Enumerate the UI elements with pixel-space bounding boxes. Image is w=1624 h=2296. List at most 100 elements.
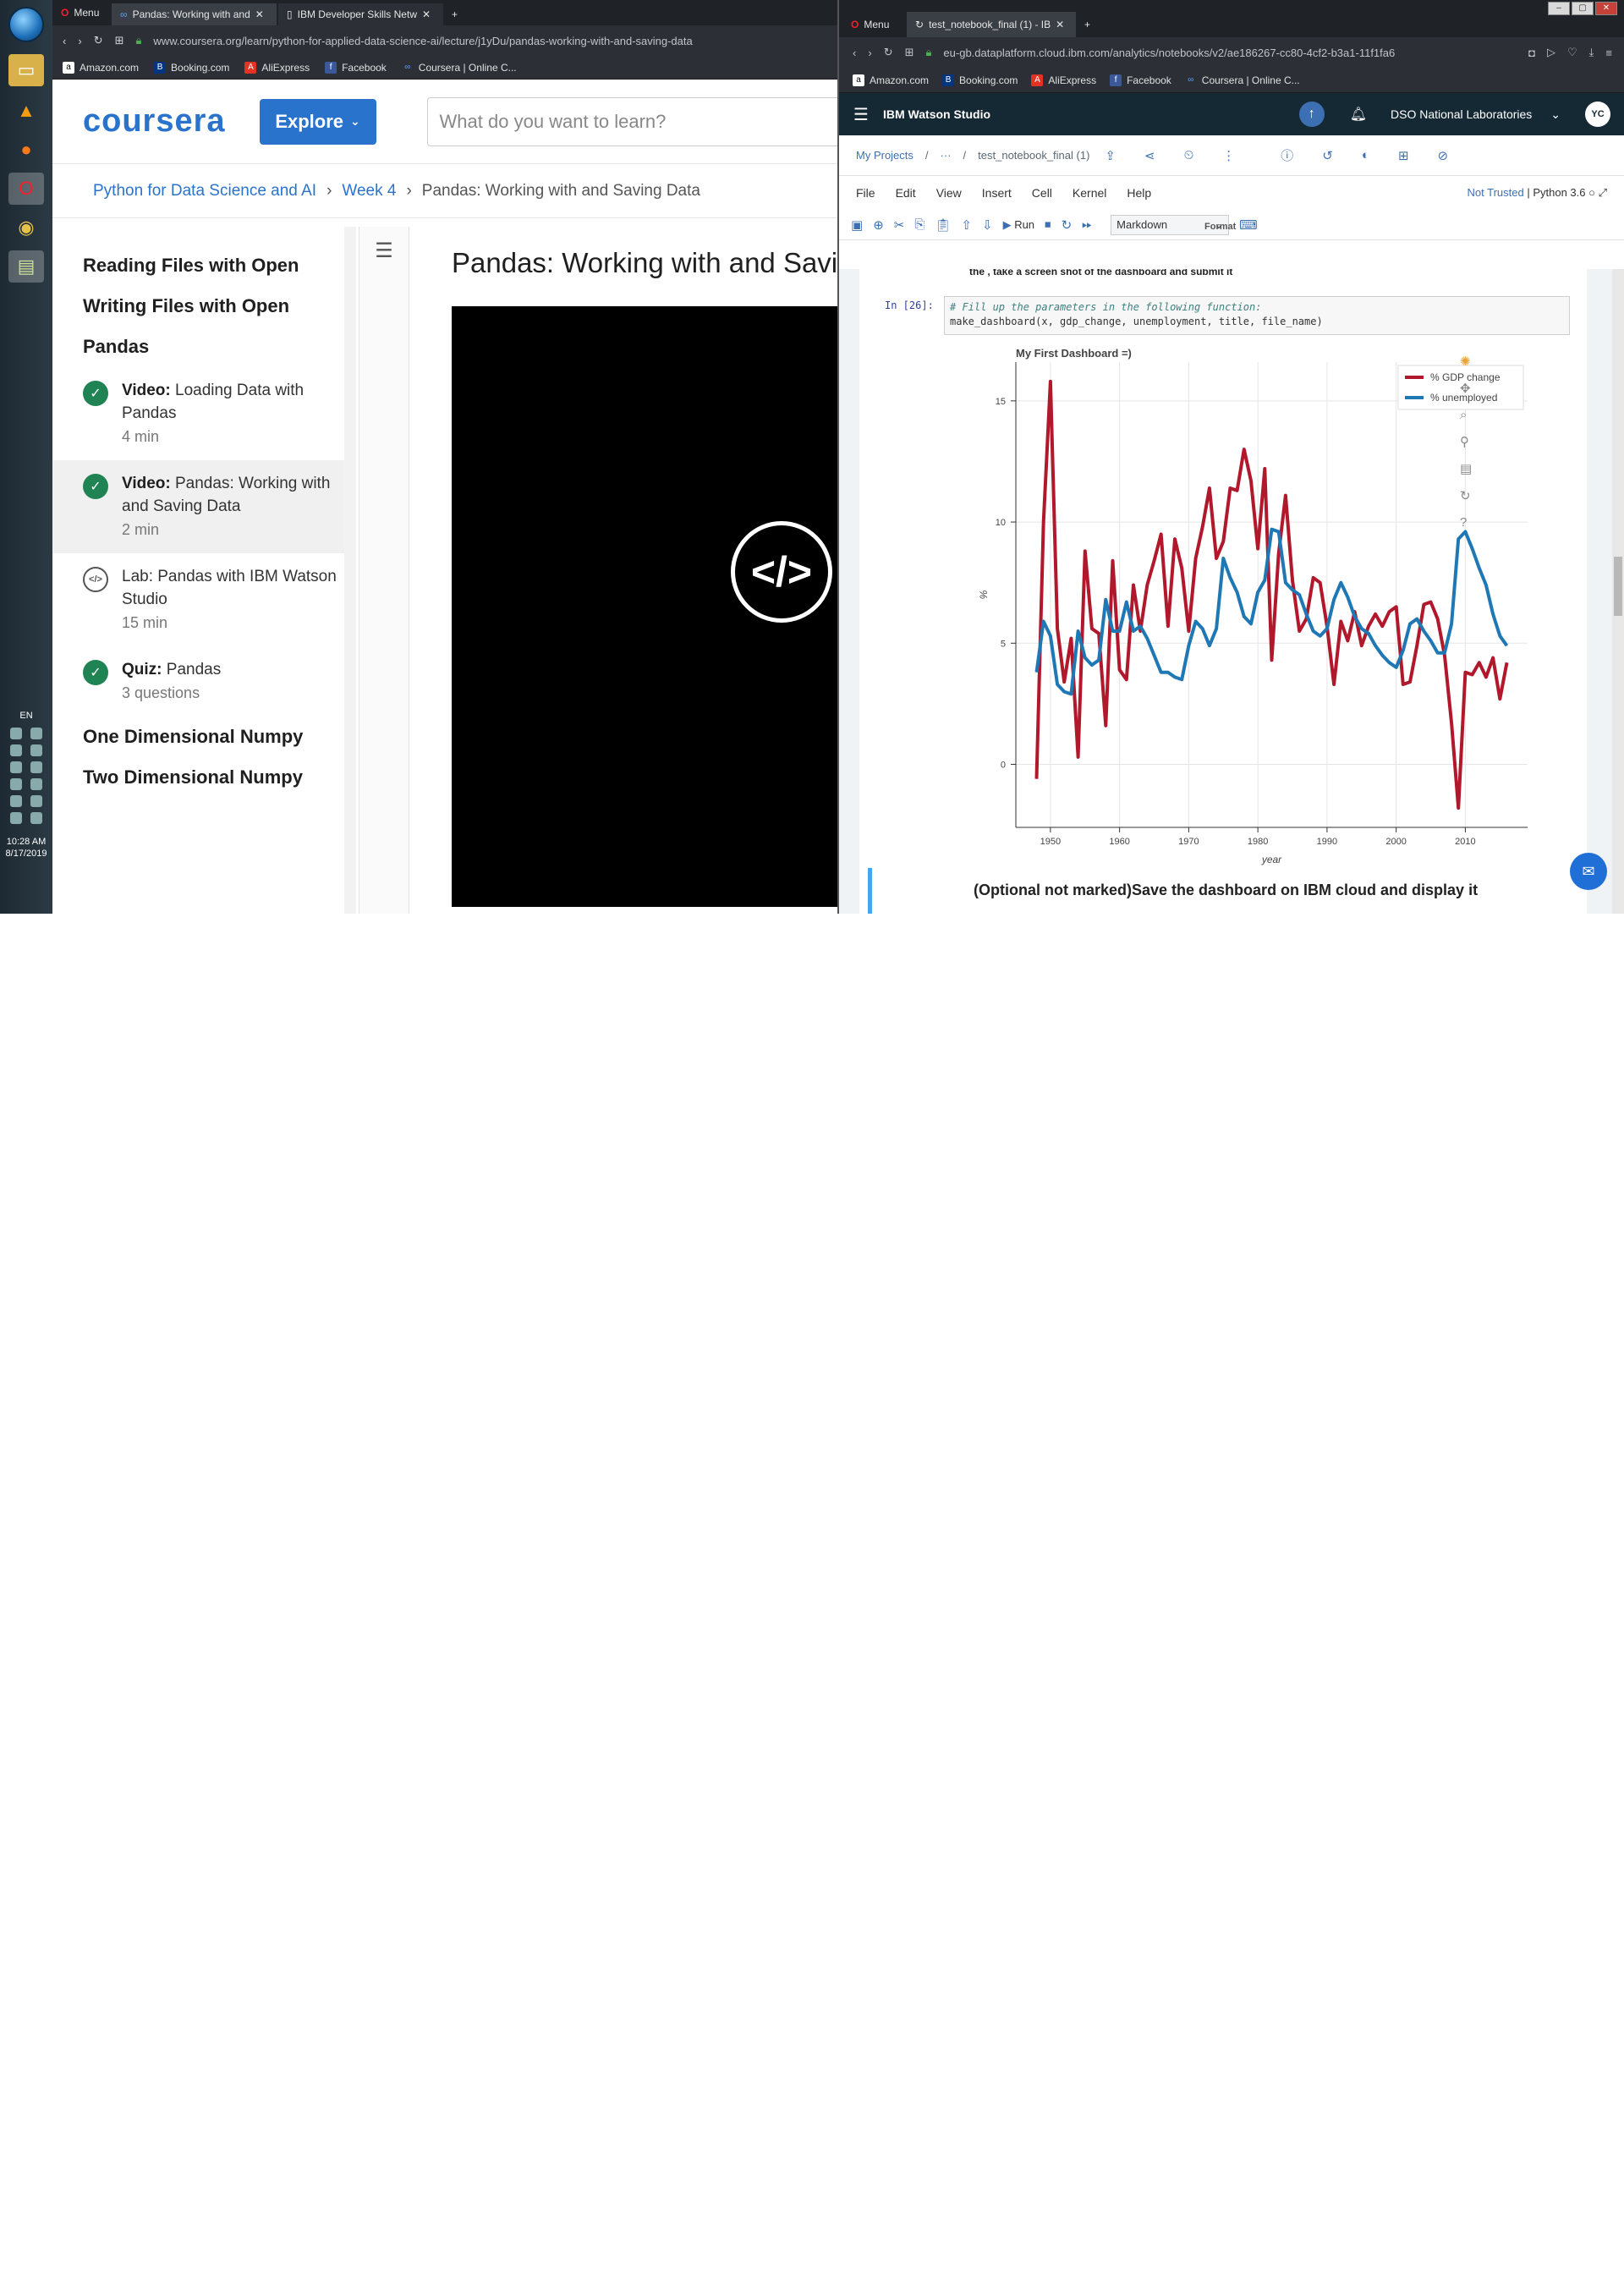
tray-icon[interactable] <box>30 778 42 790</box>
chat-icon[interactable]: ✉ <box>1570 853 1607 890</box>
close-window-button[interactable]: ✕ <box>1595 2 1617 15</box>
bell-icon[interactable]: 🔔︎ <box>1350 106 1367 123</box>
upload-icon[interactable]: ⇪ <box>1105 148 1116 163</box>
kernel-name[interactable]: Python 3.6 <box>1533 186 1585 199</box>
tor-icon[interactable]: ◉ <box>8 211 44 244</box>
box-zoom-icon[interactable]: ⌕ <box>1460 408 1472 422</box>
camera-icon[interactable]: ◘ <box>1528 47 1535 59</box>
share-icon[interactable]: ⋖ <box>1144 148 1155 163</box>
expand-icon[interactable]: ⤢ <box>1599 186 1607 199</box>
compass-icon[interactable]: ⊘ <box>1438 148 1449 163</box>
restart-icon[interactable]: ↻ <box>1062 217 1073 233</box>
markdown-cell[interactable]: (Optional not marked)Save the dashboard … <box>868 868 1578 914</box>
url-field[interactable]: eu-gb.dataplatform.cloud.ibm.com/analyti… <box>943 47 1395 59</box>
menu-help[interactable]: Help <box>1127 186 1151 200</box>
avatar[interactable]: YC <box>1585 102 1610 127</box>
more-vertical-icon[interactable]: ⋮ <box>1222 148 1235 163</box>
back-icon[interactable]: ‹ <box>63 35 66 47</box>
reload-icon[interactable]: ↻ <box>884 46 893 59</box>
tabs-grid-icon[interactable]: ⊞ <box>115 34 124 47</box>
menu-cell[interactable]: Cell <box>1032 186 1052 200</box>
schedule-icon[interactable]: ⏲︎ <box>1184 148 1194 162</box>
sidebar-scrollbar[interactable] <box>344 227 356 914</box>
upgrade-icon[interactable]: ↑ <box>1298 102 1325 127</box>
opera-icon[interactable]: O <box>8 173 44 205</box>
bookmark-aliexpress[interactable]: A AliExpress <box>244 61 310 74</box>
forward-icon[interactable]: › <box>78 35 81 47</box>
tab-ibm-skills[interactable]: ▯ IBM Developer Skills Netw ✕ <box>278 3 443 25</box>
sidebar-section-reading-files[interactable]: Reading Files with Open <box>52 245 344 286</box>
move-down-icon[interactable]: ⇩ <box>982 217 993 233</box>
sidebar-item-lab[interactable]: </> Lab: Pandas with IBM Watson Studio 1… <box>52 553 344 646</box>
tray-icon[interactable] <box>30 812 42 824</box>
help-icon[interactable]: ? <box>1460 515 1472 530</box>
save-icon[interactable]: ▣ <box>851 217 863 233</box>
maximize-button[interactable]: ▢ <box>1572 2 1594 15</box>
sidebar-section-1d-numpy[interactable]: One Dimensional Numpy <box>52 717 344 757</box>
org-selector[interactable]: DSO National Laboratories ⌄ <box>1391 107 1585 122</box>
bookmark-amazon[interactable]: a Amazon.com <box>63 61 139 74</box>
bookmark-aliexpress[interactable]: A AliExpress <box>1031 74 1096 86</box>
data-icon[interactable]: ⊞ <box>1398 148 1409 163</box>
breadcrumb-week[interactable]: Week 4 <box>342 182 396 200</box>
sidebar-item-quiz[interactable]: ✓ Quiz: Pandas 3 questions <box>52 646 344 717</box>
bookmark-booking[interactable]: B Booking.com <box>942 74 1018 86</box>
tray-icon[interactable] <box>30 728 42 739</box>
bookmark-booking[interactable]: B Booking.com <box>154 61 229 74</box>
bookmark-coursera[interactable]: ∞ Coursera | Online C... <box>402 62 516 74</box>
sidebar-section-2d-numpy[interactable]: Two Dimensional Numpy <box>52 757 344 798</box>
video-player[interactable]: </> <box>452 306 898 907</box>
sidebar-item-working-saving[interactable]: ✓ Video: Pandas: Working with and Saving… <box>52 460 344 553</box>
run-button[interactable]: ▶ Run <box>1003 218 1034 232</box>
new-tab-button[interactable]: + <box>1076 12 1099 37</box>
trust-status[interactable]: Not Trusted <box>1468 186 1524 199</box>
reload-icon[interactable]: ↻ <box>94 34 103 47</box>
close-tab-icon[interactable]: ✕ <box>1056 19 1064 30</box>
stop-icon[interactable]: ⏹︎ <box>1045 217 1051 232</box>
firefox-icon[interactable]: ● <box>8 134 44 166</box>
bokeh-logo-icon[interactable]: ✺ <box>1460 354 1472 369</box>
sidebar-section-pandas[interactable]: Pandas <box>52 327 344 367</box>
reset-icon[interactable]: ↻ <box>1460 488 1472 503</box>
tabs-grid-icon[interactable]: ⊞ <box>905 46 914 59</box>
bookmark-coursera[interactable]: ∞ Coursera | Online C... <box>1185 74 1299 86</box>
tray-icon[interactable] <box>30 761 42 773</box>
opera-menu-button[interactable]: O Menu <box>52 0 112 25</box>
opera-menu-button[interactable]: O Menu <box>842 12 907 37</box>
tray-icon[interactable] <box>10 728 22 739</box>
tab-notebook[interactable]: ↻ test_notebook_final (1) - IB ✕ <box>907 12 1076 37</box>
minimize-button[interactable]: – <box>1548 2 1570 15</box>
list-icon[interactable]: ☰ <box>370 239 398 267</box>
language-indicator[interactable]: EN <box>0 711 52 721</box>
search-input[interactable]: What do you want to learn? <box>426 96 898 146</box>
menu-edit[interactable]: Edit <box>896 186 916 200</box>
start-button[interactable] <box>8 7 44 42</box>
url-field[interactable]: www.coursera.org/learn/python-for-applie… <box>153 35 692 47</box>
vlc-icon[interactable]: ▲ <box>8 95 44 127</box>
breadcrumb-more[interactable]: ··· <box>941 149 952 162</box>
pan-icon[interactable]: ✥ <box>1460 381 1472 396</box>
info-icon[interactable]: ⓘ <box>1281 146 1293 164</box>
menu-kernel[interactable]: Kernel <box>1073 186 1106 200</box>
move-up-icon[interactable]: ⇧ <box>961 217 972 233</box>
clock[interactable]: 10:28 AM 8/17/2019 <box>0 836 52 860</box>
wheel-zoom-icon[interactable]: ⚲ <box>1460 434 1472 449</box>
add-cell-icon[interactable]: ⊕ <box>873 217 884 233</box>
paste-icon[interactable]: 📋︎ <box>935 217 951 233</box>
menu-view[interactable]: View <box>936 186 962 200</box>
file-explorer-icon[interactable]: ▭ <box>8 54 44 86</box>
sidebar-section-writing-files[interactable]: Writing Files with Open <box>52 286 344 327</box>
breadcrumb-course[interactable]: Python for Data Science and AI <box>93 182 316 200</box>
tray-icon[interactable] <box>10 812 22 824</box>
breadcrumb-my-projects[interactable]: My Projects <box>856 149 914 162</box>
tab-coursera[interactable]: ∞ Pandas: Working with and ✕ <box>112 3 277 25</box>
watson-brand[interactable]: IBM Watson Studio <box>883 107 990 121</box>
tray-icon[interactable] <box>10 795 22 807</box>
bookmark-facebook[interactable]: f Facebook <box>1110 74 1171 86</box>
bookmark-facebook[interactable]: f Facebook <box>325 61 387 74</box>
close-tab-icon[interactable]: ✕ <box>255 8 264 20</box>
tray-icon[interactable] <box>30 795 42 807</box>
menu-insert[interactable]: Insert <box>982 186 1012 200</box>
sidebar-item-loading-data[interactable]: ✓ Video: Loading Data with Pandas 4 min <box>52 367 344 460</box>
tray-icon[interactable] <box>10 744 22 756</box>
